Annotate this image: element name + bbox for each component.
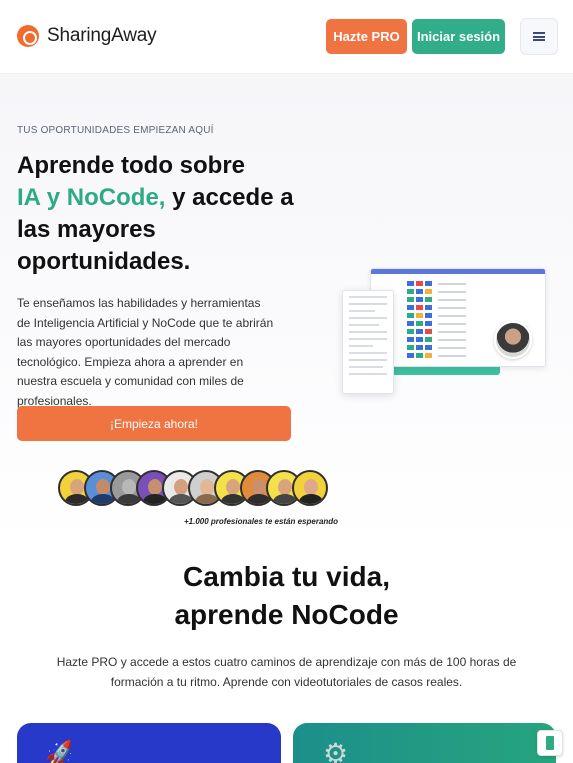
gear-icon: ⚙ — [323, 738, 349, 763]
start-now-button[interactable]: ¡Empieza ahora! — [17, 406, 291, 441]
brand-logo[interactable]: SharingAway — [17, 25, 157, 47]
avatar — [292, 470, 328, 506]
hero-headline: Aprende todo sobre IA y NoCode, y accede… — [17, 150, 317, 278]
hamburger-icon — [533, 32, 545, 41]
learning-path-card[interactable]: ⚙ — [293, 723, 556, 763]
screenshot-chat-panel — [342, 290, 394, 394]
chat-icon — [546, 736, 554, 750]
platform-screenshot — [342, 262, 552, 394]
site-header: SharingAway Hazte PRO Iniciar sesión — [0, 0, 573, 74]
rocket-icon: 🚀 — [42, 739, 78, 763]
section-title-line1: Cambia tu vida, — [183, 561, 390, 592]
screenshot-rows — [407, 281, 466, 361]
learning-path-card[interactable]: 🚀 — [17, 723, 281, 763]
headline-accent: IA y NoCode, — [17, 184, 166, 211]
community-avatars — [58, 470, 328, 510]
hero-description: Te enseñamos las habilidades y herramien… — [17, 296, 274, 408]
section-title-line2: aprende NoCode — [174, 599, 399, 630]
section-description: Hazte PRO y accede a estos cuatro camino… — [56, 655, 517, 689]
brand-name: SharingAway — [47, 25, 157, 46]
chat-widget-button[interactable] — [537, 730, 563, 756]
hazte-pro-button[interactable]: Hazte PRO — [326, 19, 407, 54]
section-title: Cambia tu vida, aprende NoCode — [0, 558, 573, 634]
headline-part1: Aprende todo sobre — [17, 152, 246, 179]
logo-icon — [17, 25, 39, 47]
menu-button[interactable] — [520, 18, 558, 55]
professionals-waiting-text: +1.000 profesionales te están esperando — [184, 517, 339, 526]
instructor-avatar — [494, 321, 532, 359]
hero-eyebrow: TUS OPORTUNIDADES EMPIEZAN AQUÍ — [17, 125, 214, 136]
login-button[interactable]: Iniciar sesión — [412, 19, 505, 54]
